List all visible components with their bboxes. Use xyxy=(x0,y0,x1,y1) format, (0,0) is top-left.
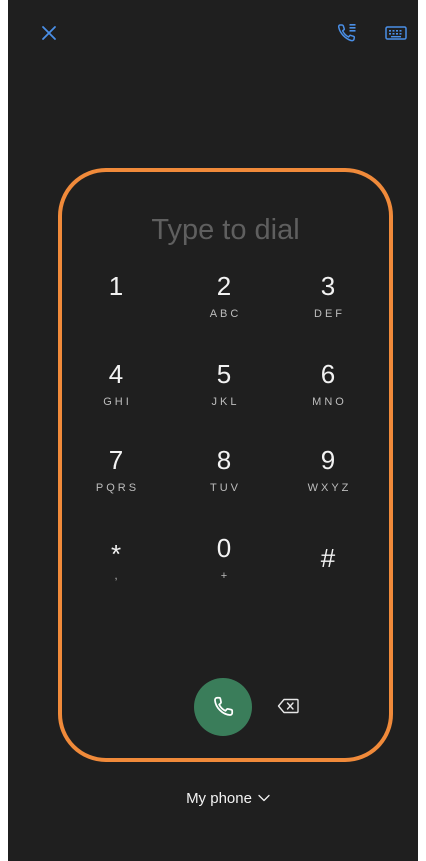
key-digit: 0 xyxy=(216,533,232,563)
keyboard-icon xyxy=(385,26,407,40)
dialpad-key-6[interactable]: 6 MNO xyxy=(278,354,378,430)
dialpad-key-0[interactable]: 0 + xyxy=(174,528,274,604)
key-digit: 7 xyxy=(108,445,124,475)
sim-label: My phone xyxy=(186,789,252,807)
dialpad-key-5[interactable]: 5 JKL xyxy=(174,354,274,430)
dialpad-key-2[interactable]: 2 ABC xyxy=(174,266,274,342)
backspace-button[interactable] xyxy=(274,694,302,718)
key-letters: TUV xyxy=(210,482,241,494)
key-letters: , xyxy=(114,570,121,582)
key-digit: 4 xyxy=(108,359,124,389)
dialpad-key-7[interactable]: 7 PQRS xyxy=(66,440,166,516)
key-digit: 3 xyxy=(320,271,336,301)
dialpad-key-hash[interactable]: # xyxy=(278,528,378,604)
call-button[interactable] xyxy=(194,678,252,736)
key-digit: # xyxy=(320,543,336,573)
key-letters: MNO xyxy=(312,396,347,408)
dialpad-key-4[interactable]: 4 GHI xyxy=(66,354,166,430)
sim-selector[interactable]: My phone xyxy=(158,786,298,810)
dialer-screen: Type to dial 1 2 ABC 3 DEF 4 GHI 5 JKL 6… xyxy=(8,0,418,861)
dialpad-key-8[interactable]: 8 TUV xyxy=(174,440,274,516)
call-history-button[interactable] xyxy=(332,18,362,48)
key-digit: 2 xyxy=(216,271,232,301)
keyboard-toggle-button[interactable] xyxy=(380,18,412,48)
chevron-down-icon xyxy=(258,794,270,802)
dial-number-field[interactable]: Type to dial xyxy=(68,210,383,250)
key-letters: PQRS xyxy=(95,482,140,494)
dialpad-key-9[interactable]: 9 WXYZ xyxy=(278,440,378,516)
dialpad-key-1[interactable]: 1 xyxy=(66,266,166,342)
key-digit: 9 xyxy=(320,445,336,475)
key-letters: JKL xyxy=(211,396,240,408)
key-letters: + xyxy=(220,570,231,582)
close-button[interactable] xyxy=(34,18,64,48)
key-letters: WXYZ xyxy=(307,482,352,494)
dialpad-key-star[interactable]: * , xyxy=(66,528,166,604)
key-letters: ABC xyxy=(209,308,242,320)
backspace-icon xyxy=(277,698,299,714)
key-digit: 8 xyxy=(216,445,232,475)
key-digit: 6 xyxy=(320,359,336,389)
key-letters: GHI xyxy=(103,396,132,408)
dialpad-key-3[interactable]: 3 DEF xyxy=(278,266,378,342)
phone-icon xyxy=(214,696,234,716)
key-digit: 1 xyxy=(108,271,124,301)
close-icon xyxy=(42,26,56,40)
key-letters: DEF xyxy=(314,308,345,320)
call-history-icon xyxy=(337,24,356,42)
key-digit: * xyxy=(110,539,122,569)
key-digit: 5 xyxy=(216,359,232,389)
